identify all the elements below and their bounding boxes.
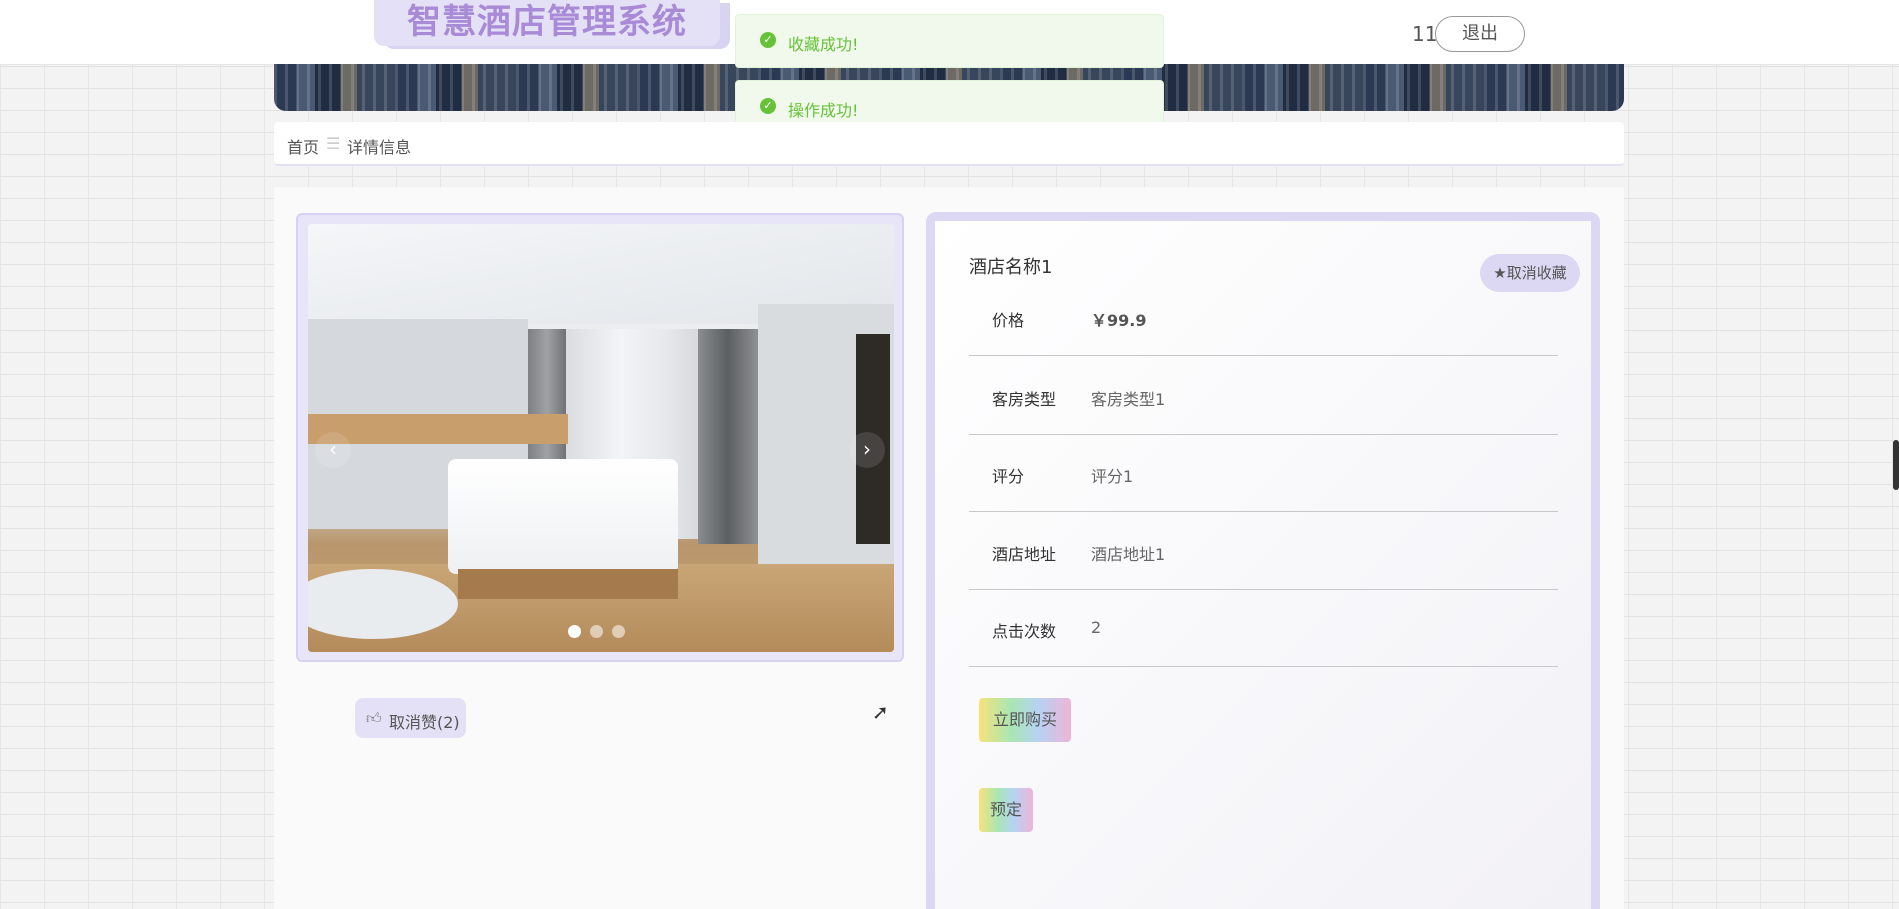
- hotel-name: 酒店名称1: [969, 257, 1053, 278]
- field-value: 酒店地址1: [1091, 545, 1166, 564]
- breadcrumb-current: 详情信息: [347, 138, 412, 157]
- carousel-dot-3[interactable]: [612, 625, 625, 638]
- field-label: 酒店地址: [992, 545, 1057, 564]
- logo: 智慧酒店管理系统: [374, 0, 720, 46]
- carousel-indicators: [568, 623, 634, 638]
- field-value: 2: [1091, 618, 1102, 637]
- carousel-prev-arrow-icon[interactable]: ‹: [315, 432, 351, 468]
- system-title: 智慧酒店管理系统: [407, 2, 687, 42]
- thumbs-up-icon: 👍︎: [366, 709, 382, 727]
- field-label: 评分: [992, 467, 1025, 486]
- carousel-next-arrow-icon[interactable]: ›: [849, 432, 885, 468]
- toast-message: 操作成功!: [788, 101, 859, 120]
- breadcrumb-home[interactable]: 首页: [287, 134, 319, 158]
- field-row-price: 价格 ￥99.9: [969, 279, 1558, 356]
- field-row-clicks: 点击次数 2: [969, 590, 1558, 667]
- logout-button[interactable]: 退出: [1435, 16, 1525, 52]
- username: 11: [1412, 22, 1438, 46]
- check-circle-icon: ✓: [760, 32, 776, 48]
- room-photo: ‹ ›: [308, 224, 894, 652]
- field-row-address: 酒店地址 酒店地址1: [969, 513, 1558, 590]
- unlike-label: 取消赞(2): [389, 713, 460, 732]
- field-row-room-type: 客房类型 客房类型1: [969, 358, 1558, 435]
- field-value: ￥99.9: [1091, 311, 1147, 330]
- carousel-dot-2[interactable]: [590, 625, 603, 638]
- page-scrollbar[interactable]: [1893, 440, 1899, 490]
- buy-now-button[interactable]: 立即购买: [979, 698, 1071, 742]
- breadcrumb-separator-icon: ☰: [326, 134, 341, 153]
- breadcrumb: 首页 ☰ 详情信息: [274, 122, 1624, 166]
- field-label: 价格: [992, 311, 1025, 330]
- mouse-cursor-icon: ➚: [872, 700, 889, 724]
- unlike-button[interactable]: 👍︎ 取消赞(2): [355, 698, 466, 738]
- toast-message: 收藏成功!: [788, 35, 859, 54]
- field-label: 客房类型: [992, 390, 1057, 409]
- image-carousel: ‹ ›: [296, 213, 904, 662]
- field-row-rating: 评分 评分1: [969, 435, 1558, 512]
- book-button[interactable]: 预定: [979, 788, 1033, 832]
- check-circle-icon: ✓: [760, 98, 776, 114]
- field-value: 客房类型1: [1091, 390, 1166, 409]
- toast-favorite-success: ✓ 收藏成功!: [735, 14, 1164, 68]
- field-value: 评分1: [1091, 467, 1134, 486]
- field-label: 点击次数: [992, 622, 1057, 641]
- carousel-dot-1[interactable]: [568, 625, 581, 638]
- hotel-info-card: 酒店名称1 ★取消收藏 价格 ￥99.9 客房类型 客房类型1 评分 评分1 酒…: [926, 212, 1600, 909]
